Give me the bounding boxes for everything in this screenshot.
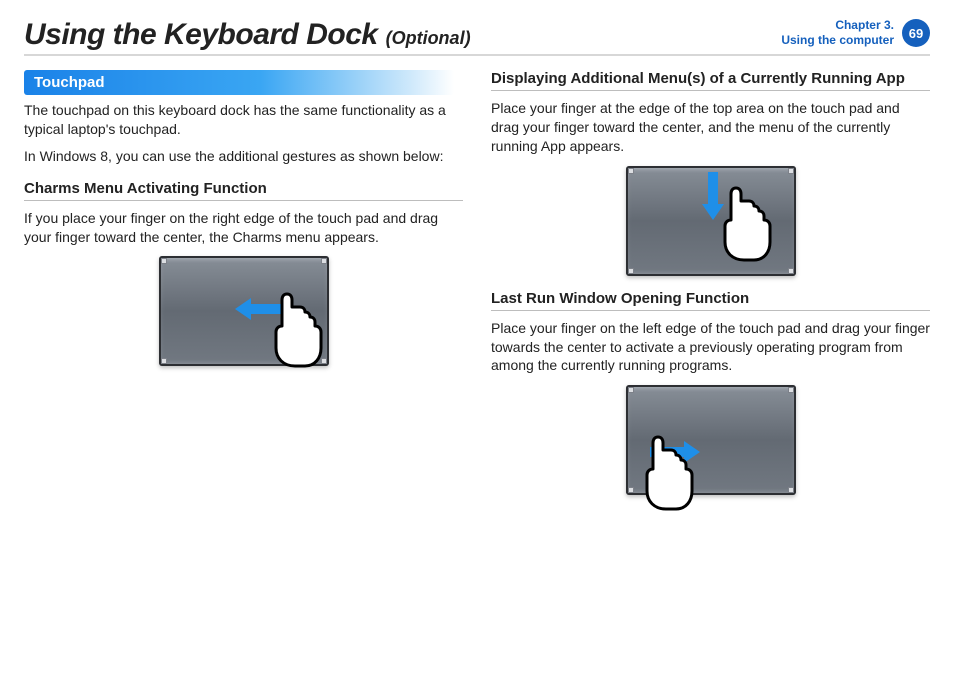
touchpad-figure-charms <box>159 256 329 366</box>
pointing-hand-icon <box>716 186 786 276</box>
section-pill-label: Touchpad <box>34 74 105 91</box>
section-pill-touchpad: Touchpad <box>24 70 454 95</box>
chapter-line1: Chapter 3. <box>781 18 894 33</box>
right-column: Displaying Additional Menu(s) of a Curre… <box>491 70 930 501</box>
left-column: Touchpad The touchpad on this keyboard d… <box>24 70 463 501</box>
subhead-last-run: Last Run Window Opening Function <box>491 290 930 311</box>
touchpad-figure-last-run <box>626 385 796 495</box>
page-title: Using the Keyboard Dock <box>24 18 378 52</box>
touchpad-intro-2: In Windows 8, you can use the additional… <box>24 147 463 166</box>
touchpad-figure-app-menu <box>626 166 796 276</box>
page-header: Using the Keyboard Dock (Optional) Chapt… <box>24 18 930 56</box>
pointing-hand-icon <box>638 435 708 525</box>
chapter-info: Chapter 3. Using the computer 69 <box>781 18 930 48</box>
app-menu-body: Place your finger at the edge of the top… <box>491 99 930 156</box>
page-number: 69 <box>909 26 923 41</box>
page-title-optional: (Optional) <box>386 28 471 49</box>
chapter-line2: Using the computer <box>781 33 894 48</box>
page-number-badge: 69 <box>902 19 930 47</box>
subhead-app-menu: Displaying Additional Menu(s) of a Curre… <box>491 70 930 91</box>
last-run-body: Place your finger on the left edge of th… <box>491 319 930 376</box>
subhead-charms: Charms Menu Activating Function <box>24 180 463 201</box>
touchpad-intro-1: The touchpad on this keyboard dock has t… <box>24 101 463 139</box>
charms-body: If you place your finger on the right ed… <box>24 209 463 247</box>
pointing-hand-icon <box>267 292 337 382</box>
